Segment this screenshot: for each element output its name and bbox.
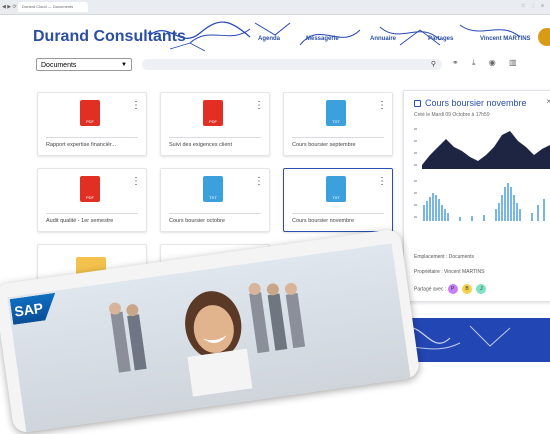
card-divider (169, 213, 261, 214)
chevron-down-icon: ▼ (121, 62, 127, 68)
card-divider (169, 137, 261, 138)
browser-chrome: ◀ ▶ ⟳ Durand Cloud — Documents ☆ ⋮ ≡ (0, 0, 550, 15)
details-title: Cours boursier novembre (414, 98, 527, 108)
browser-menu-icons[interactable]: ☆ ⋮ ≡ (521, 3, 546, 9)
view-icon[interactable]: ◉ (489, 58, 496, 67)
upload-icon[interactable]: ⤓ (472, 58, 476, 67)
pdf-file-icon: PDF (80, 176, 100, 202)
file-name: Rapport expertise financièr... (46, 142, 117, 148)
shared-user-avatar[interactable]: P (447, 284, 458, 294)
card-divider (292, 213, 384, 214)
file-preview-graph (414, 128, 550, 221)
toolbar: Documents ▼ ⚲ ⚭ ⤓ ◉ ▥ (0, 55, 550, 75)
details-owner: Propriétaire : Vincent MARTINS (414, 269, 485, 275)
file-card[interactable]: TXT ⋮ Cours boursier septembre (283, 92, 393, 156)
shared-user-avatar[interactable]: J (476, 284, 487, 294)
shared-user-avatar[interactable]: B (462, 284, 473, 294)
card-divider (46, 213, 138, 214)
nav-annuaire[interactable]: Annuaire (370, 36, 396, 42)
link-icon[interactable]: ⚭ (452, 58, 459, 67)
nav-messagerie[interactable]: Messagerie (306, 36, 339, 42)
details-location: Emplacement : Documents (414, 254, 475, 260)
user-avatar[interactable] (538, 28, 550, 46)
more-options-icon[interactable]: ⋮ (131, 177, 141, 187)
more-options-icon[interactable]: ⋮ (254, 101, 264, 111)
details-shared-with: Partagé avec : P B J (414, 284, 489, 294)
app-header: Durand Consultants Agenda Messagerie Ann… (0, 15, 550, 55)
browser-nav-icons[interactable]: ◀ ▶ ⟳ (2, 4, 17, 10)
file-type-icon (414, 100, 421, 107)
txt-file-icon: TXT (203, 176, 223, 202)
details-created-date: Créé le Mardi 09 Octobre à 17h59 (414, 112, 490, 118)
txt-file-icon: TXT (326, 100, 346, 126)
txt-file-icon: TXT (326, 176, 346, 202)
card-divider (46, 137, 138, 138)
nav-agenda[interactable]: Agenda (258, 36, 280, 42)
more-options-icon[interactable]: ⋮ (377, 101, 387, 111)
browser-tab[interactable]: Durand Cloud — Documents (18, 2, 88, 12)
section-select-value: Documents (41, 62, 77, 69)
file-name: Cours boursier octobre (169, 218, 225, 224)
toolbar-actions: ⚭ ⤓ ◉ ▥ (452, 58, 528, 68)
search-input[interactable]: ⚲ (142, 59, 442, 70)
close-icon[interactable]: × (546, 97, 550, 106)
file-name: Cours boursier septembre (292, 142, 356, 148)
file-name: Suivi des exigences client (169, 142, 232, 148)
pdf-file-icon: PDF (80, 100, 100, 126)
file-card[interactable]: PDF ⋮ Audit qualité - 1er semestre (37, 168, 147, 232)
section-select[interactable]: Documents ▼ (36, 58, 132, 71)
pdf-file-icon: PDF (203, 100, 223, 126)
file-name: Cours boursier novembre (292, 218, 355, 224)
file-card-selected[interactable]: TXT ⋮ Cours boursier novembre (283, 168, 393, 232)
search-icon[interactable]: ⚲ (431, 59, 436, 70)
more-options-icon[interactable]: ⋮ (131, 101, 141, 111)
file-card[interactable]: TXT ⋮ Cours boursier octobre (160, 168, 270, 232)
more-options-icon[interactable]: ⋮ (377, 177, 387, 187)
delete-icon[interactable]: ▥ (509, 58, 517, 67)
nav-user-name[interactable]: Vincent MARTINS (480, 36, 531, 42)
card-divider (292, 137, 384, 138)
file-card[interactable]: PDF ⋮ Suivi des exigences client (160, 92, 270, 156)
file-details-panel: Cours boursier novembre × Créé le Mardi … (403, 90, 550, 302)
nav-partages[interactable]: Partages (428, 36, 453, 42)
file-card[interactable]: PDF ⋮ Rapport expertise financièr... (37, 92, 147, 156)
file-name: Audit qualité - 1er semestre (46, 218, 114, 224)
more-options-icon[interactable]: ⋮ (254, 177, 264, 187)
brand-logo[interactable]: Durand Consultants (33, 28, 186, 46)
